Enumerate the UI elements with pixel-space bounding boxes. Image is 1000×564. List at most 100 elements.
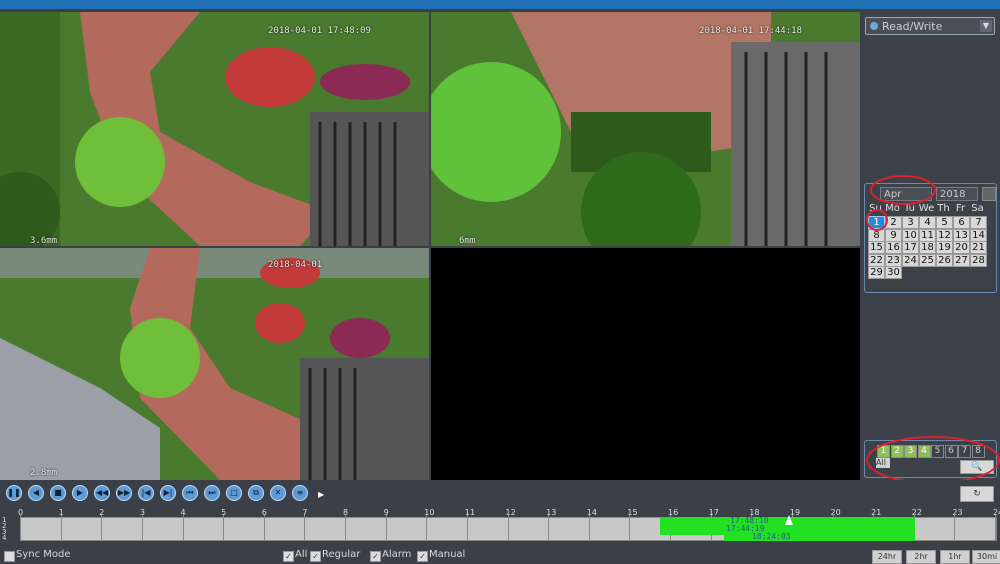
calendar-dow-sa: Sa — [971, 203, 984, 214]
fast-icon[interactable]: ▶▶ — [116, 485, 132, 501]
filter-all-checkbox[interactable]: ✓ — [283, 551, 294, 562]
timeline-hour-line — [141, 515, 143, 541]
camera-view-4[interactable] — [431, 248, 860, 480]
calendar-dow-we: We — [918, 203, 935, 214]
calendar-day[interactable]: 6 — [953, 216, 970, 229]
sync-mode-label: Sync Mode — [16, 549, 71, 560]
chevron-down-icon[interactable]: ▼ — [980, 20, 992, 32]
camera-3-timestamp: 2018-04-01 — [268, 260, 323, 270]
pause-icon[interactable]: ❚❚ — [6, 485, 22, 501]
timeline-hour-line — [20, 515, 21, 541]
calendar-day[interactable]: 16 — [885, 241, 902, 254]
camera-view-1[interactable]: 2018-04-01 17:48:09 3.6mm — [0, 12, 429, 246]
rewind-icon[interactable]: ◀ — [28, 485, 44, 501]
camera-1-timestamp: 2018-04-01 17:48:09 — [268, 26, 371, 36]
camera-1-lens: 3.6mm — [30, 236, 58, 246]
timeline-hour-line — [588, 515, 590, 541]
calendar-day[interactable]: 29 — [868, 266, 885, 279]
list-icon[interactable]: ≡ — [292, 485, 308, 501]
calendar-day[interactable]: 28 — [970, 253, 987, 267]
backup-icon[interactable]: ⧉ — [248, 485, 264, 501]
timeline-cursor-icon — [785, 515, 793, 525]
calendar-day[interactable]: 11 — [919, 228, 936, 242]
mode-select[interactable]: Read/Write ▼ — [865, 17, 995, 35]
timeline-hour-line — [995, 515, 996, 541]
fullscreen-icon[interactable]: ✕ — [270, 485, 286, 501]
clip-icon[interactable]: □ — [226, 485, 242, 501]
mode-select-value: Read/Write — [882, 20, 943, 33]
calendar-day[interactable]: 9 — [885, 228, 902, 242]
refresh-button[interactable]: ↻ — [960, 486, 994, 502]
prev-file-icon[interactable]: ⏮ — [182, 485, 198, 501]
timeline-hour-line — [629, 515, 631, 541]
filter-alarm-label: Alarm — [382, 549, 412, 560]
annotation-month-circle — [870, 175, 936, 205]
calendar-day[interactable]: 17 — [902, 241, 919, 254]
timeline-hour-line — [223, 515, 225, 541]
calendar-day[interactable]: 12 — [936, 228, 953, 242]
calendar-day[interactable]: 3 — [902, 216, 919, 229]
next-file-icon[interactable]: ⏭ — [204, 485, 220, 501]
timeline-hour-line — [954, 515, 956, 541]
prev-frame-icon[interactable]: |◀ — [138, 485, 154, 501]
calendar-day[interactable]: 4 — [919, 216, 936, 229]
camera-2-lens: 6mm — [459, 236, 476, 246]
timeline-hour-line — [507, 515, 509, 541]
timeline-hour-line — [101, 515, 103, 541]
zoom-2hr-button[interactable]: 2hr — [906, 550, 936, 564]
calendar-day[interactable]: 27 — [953, 253, 970, 267]
filter-regular-checkbox[interactable]: ✓ — [310, 551, 321, 562]
timeline-hour-line — [304, 515, 306, 541]
calendar-day[interactable]: 24 — [902, 253, 919, 267]
calendar-day[interactable]: 15 — [868, 241, 885, 254]
zoom-24hr-button[interactable]: 24hr — [872, 550, 902, 564]
calendar-day[interactable]: 26 — [936, 253, 953, 267]
sync-mode-checkbox[interactable] — [4, 551, 15, 562]
timeline-hour-line — [60, 515, 62, 541]
calendar-year-select[interactable]: 2018 — [936, 187, 978, 201]
zoom-1hr-button[interactable]: 1hr — [940, 550, 970, 564]
calendar-day[interactable]: 10 — [902, 228, 919, 242]
timeline-hour-line — [548, 515, 550, 541]
camera-view-3[interactable]: 2018-04-01 2.8mm — [0, 248, 429, 480]
camera-2-timestamp: 2018-04-01 17:44:18 — [699, 26, 802, 36]
zoom-30mi-button[interactable]: 30mi — [972, 550, 1000, 564]
calendar-day[interactable]: 30 — [885, 266, 902, 279]
annotation-day-circle — [866, 209, 888, 231]
play-icon[interactable]: ▶ — [72, 485, 88, 501]
timeline-hour-line — [426, 515, 428, 541]
annotation-channel-circle — [866, 436, 1000, 484]
slow-icon[interactable]: ◀◀ — [94, 485, 110, 501]
next-frame-icon[interactable]: ▶| — [160, 485, 176, 501]
calendar-year-arrow-icon[interactable] — [982, 187, 996, 201]
calendar-dow-th: Th — [937, 203, 950, 214]
camera-3-lens: 2.8mm — [30, 468, 58, 478]
timeline-hour-line — [345, 515, 346, 541]
calendar-day[interactable]: 21 — [970, 241, 987, 254]
timeline-hour-line — [466, 515, 468, 541]
filter-regular-label: Regular — [322, 549, 361, 560]
calendar-day[interactable]: 5 — [936, 216, 953, 229]
stop-icon[interactable]: ■ — [50, 485, 66, 501]
mode-radio-icon — [870, 22, 878, 30]
filter-manual-checkbox[interactable]: ✓ — [417, 551, 428, 562]
calendar-day[interactable]: 18 — [919, 241, 936, 254]
calendar-day[interactable]: 14 — [970, 228, 987, 242]
calendar-day[interactable]: 20 — [953, 241, 970, 254]
filter-alarm-checkbox[interactable]: ✓ — [370, 551, 381, 562]
calendar-day[interactable]: 23 — [885, 253, 902, 267]
calendar-day[interactable]: 13 — [953, 228, 970, 242]
calendar-day[interactable]: 25 — [919, 253, 936, 267]
play-indicator-icon: ▶ — [318, 490, 325, 499]
calendar-day[interactable]: 22 — [868, 253, 885, 267]
filter-all-label: All — [295, 549, 308, 560]
calendar-day[interactable]: 19 — [936, 241, 953, 254]
record-time-label-3: 18:24:03 — [752, 532, 791, 541]
calendar-day[interactable]: 7 — [970, 216, 987, 229]
camera-3-scene — [0, 248, 429, 480]
camera-2-scene — [431, 12, 860, 246]
timeline-hour-line — [182, 515, 184, 541]
calendar-dow-fr: Fr — [955, 203, 966, 214]
camera-view-2[interactable]: 2018-04-01 17:44:18 6mm — [431, 12, 860, 246]
camera-1-scene — [0, 12, 429, 246]
